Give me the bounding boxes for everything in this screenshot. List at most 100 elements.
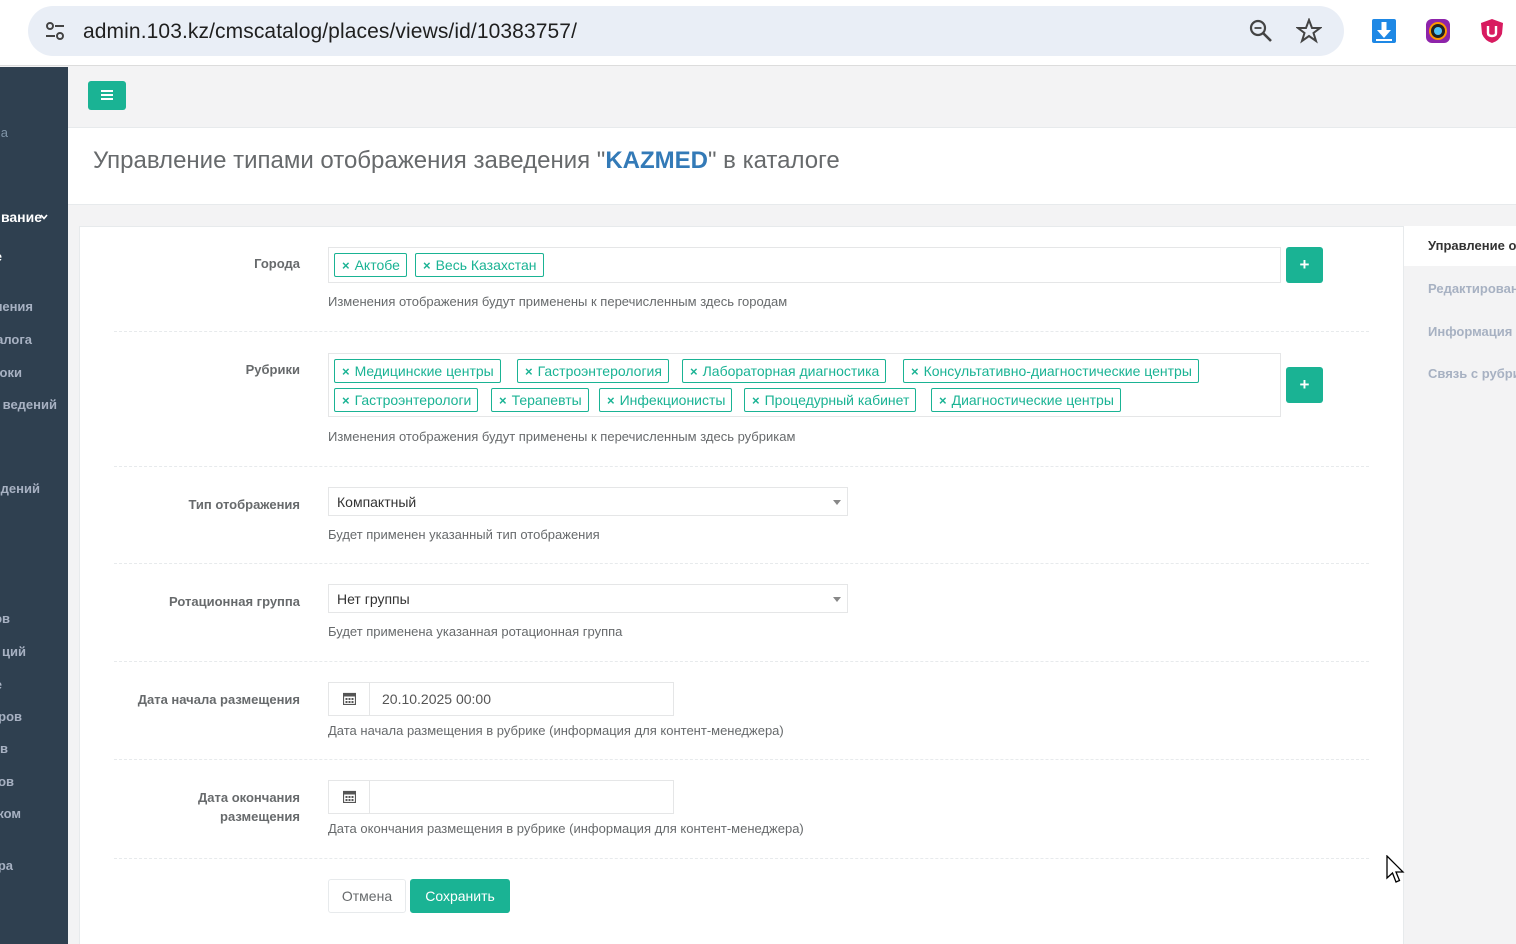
tab-edit[interactable]: Редактирован — [1428, 281, 1516, 296]
add-city-button[interactable]: + — [1286, 247, 1323, 283]
end-date-label: Дата окончания размещения — [80, 788, 300, 826]
remove-tag-icon[interactable]: × — [342, 258, 350, 273]
page-title-suffix: " в каталоге — [707, 147, 840, 174]
sidebar-subitem[interactable]: е — [0, 249, 2, 264]
sidebar-subitem[interactable]: ведений — [3, 397, 57, 412]
sidebar-subitem[interactable]: ров — [0, 709, 22, 724]
download-icon[interactable] — [1370, 17, 1398, 45]
rubrics-hint: Изменения отображения будут применены к … — [328, 429, 796, 444]
page-title-prefix: Управление типами отображения заведения … — [93, 147, 606, 174]
sidebar: а вание е ления алога оки ведений дений … — [0, 67, 68, 944]
sidebar-subitem[interactable]: ления — [0, 299, 33, 314]
start-date-label: Дата начала размещения — [137, 692, 300, 707]
sidebar-subitem[interactable]: оки — [0, 365, 22, 380]
ublock-shield-icon[interactable] — [1478, 17, 1506, 45]
dropdown-caret-icon — [833, 597, 841, 602]
cities-tag-input[interactable]: × Актобе × Весь Казахстан — [328, 247, 1281, 283]
start-date-field[interactable]: 20.10.2025 00:00 — [328, 682, 674, 716]
remove-tag-icon[interactable]: × — [525, 364, 533, 379]
rubric-tag[interactable]: × Консультативно-диагностические центры — [903, 359, 1199, 383]
rubric-tag[interactable]: × Медицинские центры — [334, 359, 501, 383]
rubric-tag[interactable]: × Инфекционисты — [599, 388, 733, 412]
rubric-tag[interactable]: × Процедурный кабинет — [744, 388, 917, 412]
rubric-tag[interactable]: × Диагностические центры — [931, 388, 1121, 412]
sidebar-toggle-button[interactable] — [88, 81, 126, 110]
rubric-tag[interactable]: × Лабораторная диагностика — [682, 359, 887, 383]
tab-info[interactable]: Информация — [1428, 324, 1512, 339]
rubric-tag-label: Процедурный кабинет — [764, 392, 910, 408]
rotation-group-value: Нет группы — [337, 591, 410, 607]
mouse-cursor-icon — [1386, 855, 1405, 883]
rotation-group-label: Ротационная группа — [169, 594, 300, 609]
sidebar-subitem[interactable]: ов — [0, 611, 10, 626]
calendar-addon[interactable] — [329, 683, 370, 715]
cancel-button[interactable]: Отмена — [328, 879, 406, 913]
zoom-icon[interactable] — [1248, 18, 1274, 44]
hamburger-icon-bar — [101, 90, 113, 92]
rubrics-tag-input[interactable]: × Медицинские центры × Гастроэнтерология ×… — [328, 353, 1281, 417]
divider — [114, 466, 1369, 467]
form-panel: Города × Актобе × Весь Казахстан + Изменен… — [79, 226, 1404, 944]
hamburger-icon-bar — [101, 98, 113, 100]
remove-tag-icon[interactable]: × — [342, 364, 350, 379]
divider — [114, 331, 1369, 332]
start-date-hint: Дата начала размещения в рубрике (информ… — [328, 723, 784, 738]
start-date-input[interactable]: 20.10.2025 00:00 — [382, 691, 491, 707]
remove-tag-icon[interactable]: × — [752, 393, 760, 408]
tab-display-management[interactable]: Управление о — [1428, 238, 1516, 253]
divider — [114, 563, 1369, 564]
bookmark-star-icon[interactable] — [1296, 18, 1322, 44]
sidebar-item-active[interactable]: вание — [1, 209, 42, 225]
cities-hint: Изменения отображения будут применены к … — [328, 294, 788, 309]
place-name: KAZMED — [605, 147, 708, 174]
sidebar-subitem[interactable]: в — [0, 741, 8, 756]
save-button[interactable]: Сохранить — [410, 879, 510, 913]
sidebar-subitem[interactable]: дений — [1, 481, 40, 496]
rubric-tag-label: Лабораторная диагностика — [702, 363, 880, 379]
rotation-group-select[interactable]: Нет группы — [328, 584, 848, 613]
add-rubric-button[interactable]: + — [1286, 367, 1323, 403]
divider — [114, 661, 1369, 662]
url-text[interactable]: admin.103.kz/cmscatalog/places/views/id/… — [83, 20, 577, 44]
remove-tag-icon[interactable]: × — [499, 393, 507, 408]
page-title: Управление типами отображения заведения … — [93, 147, 840, 175]
site-info-icon[interactable] — [42, 18, 68, 44]
end-date-field[interactable] — [328, 780, 674, 814]
divider — [114, 858, 1369, 859]
remove-tag-icon[interactable]: × — [423, 258, 431, 273]
sidebar-subitem[interactable]: ций — [2, 644, 26, 659]
right-tabs: Управление о Редактирован Информация Свя… — [1404, 226, 1516, 396]
end-date-hint: Дата окончания размещения в рубрике (инф… — [328, 821, 804, 836]
remove-tag-icon[interactable]: × — [911, 364, 919, 379]
sidebar-subitem[interactable]: алога — [0, 332, 32, 347]
tab-rubric-link[interactable]: Связь с рубри — [1428, 366, 1516, 381]
divider — [114, 759, 1369, 760]
remove-tag-icon[interactable]: × — [607, 393, 615, 408]
browser-toolbar: admin.103.kz/cmscatalog/places/views/id/… — [0, 0, 1516, 66]
city-tag-label: Актобе — [354, 257, 400, 273]
remove-tag-icon[interactable]: × — [342, 393, 350, 408]
hamburger-icon-bar — [101, 94, 113, 96]
display-type-hint: Будет применен указанный тип отображения — [328, 527, 600, 542]
rubric-tag[interactable]: × Гастроэнтерология — [517, 359, 669, 383]
remove-tag-icon[interactable]: × — [690, 364, 698, 379]
calendar-addon[interactable] — [329, 781, 370, 813]
sidebar-subitem[interactable]: е — [0, 677, 2, 692]
rubric-tag[interactable]: × Терапевты — [491, 388, 589, 412]
remove-tag-icon[interactable]: × — [939, 393, 947, 408]
display-type-select[interactable]: Компактный — [328, 487, 848, 516]
rubric-tag-label: Медицинские центры — [354, 363, 494, 379]
rubric-tag[interactable]: × Гастроэнтерологи — [334, 388, 479, 412]
sidebar-subitem[interactable]: ов — [0, 774, 14, 789]
page-heading: Управление типами отображения заведения … — [68, 128, 1516, 205]
city-tag[interactable]: × Актобе — [334, 253, 407, 277]
address-bar[interactable]: admin.103.kz/cmscatalog/places/views/id/… — [28, 6, 1344, 56]
rubric-tag-label: Гастроэнтерологи — [354, 392, 472, 408]
sidebar-subitem[interactable]: ком — [0, 806, 21, 821]
chevron-down-icon — [40, 214, 48, 220]
rubric-tag-label: Консультативно-диагностические центры — [923, 363, 1192, 379]
sidebar-subitem[interactable]: ра — [0, 858, 13, 873]
city-tag[interactable]: × Весь Казахстан — [415, 253, 544, 277]
sidebar-item[interactable]: а — [1, 125, 8, 140]
color-picker-extension-icon[interactable] — [1424, 17, 1452, 45]
